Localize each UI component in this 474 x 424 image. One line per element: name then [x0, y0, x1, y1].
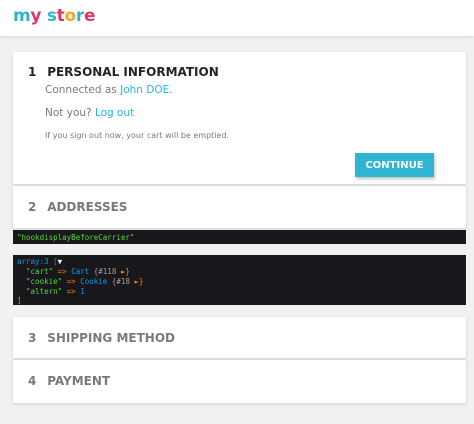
step-shipping-method: 3 SHIPPING METHOD — [13, 317, 466, 358]
array-header: array:3 [▼ — [17, 257, 62, 266]
row-arrow: => — [62, 287, 81, 296]
hook-name: "hookdisplayBeforeCarrier" — [17, 233, 135, 242]
step-payment: 4 PAYMENT — [13, 360, 466, 403]
step-addresses-title[interactable]: 2 ADDRESSES — [28, 200, 127, 214]
customer-name-link[interactable]: John DOE — [120, 84, 169, 96]
row-key: "cookie" — [26, 277, 63, 286]
row-close: } — [138, 277, 144, 286]
step-payment-title[interactable]: 4 PAYMENT — [28, 374, 110, 388]
row-type: Cart — [71, 267, 90, 276]
row-close: } — [125, 267, 130, 276]
step-label: PERSONAL INFORMATION — [47, 65, 219, 79]
logo-letter: r — [75, 6, 84, 26]
connected-suffix: . — [169, 84, 173, 96]
row-arrow: => — [53, 267, 72, 276]
array-row-cookie: "cookie" => Cookie {#18 ►} — [17, 277, 143, 286]
logo-letter: e — [83, 6, 96, 26]
step-addresses: 2 ADDRESSES — [13, 186, 466, 228]
site-header: my store — [0, 0, 474, 36]
step-number: 1 — [28, 65, 37, 79]
row-ref: {#18 — [107, 277, 135, 286]
continue-button[interactable]: CONTINUE — [355, 153, 434, 177]
step-number: 3 — [28, 331, 37, 345]
debug-array-dump: array:3 [▼ "cart" => Cart {#118 ►} "cook… — [13, 255, 466, 305]
not-you-label: Not you? — [45, 107, 92, 119]
step-number: 4 — [28, 374, 37, 388]
array-toggle[interactable]: ▼ — [58, 257, 63, 266]
row-value: 1 — [80, 287, 85, 296]
connected-as-text: Connected as John DOE. — [45, 84, 173, 96]
array-close: ] — [17, 296, 22, 305]
step-personal-information: 1 PERSONAL INFORMATION Connected as John… — [13, 52, 466, 184]
logo-letter: s — [46, 6, 57, 26]
logo-letter: y — [30, 6, 42, 26]
step-label: ADDRESSES — [47, 200, 128, 214]
row-ref: {#118 — [89, 267, 121, 276]
array-label: array:3 [ — [17, 257, 58, 266]
step-personal-title[interactable]: 1 PERSONAL INFORMATION — [28, 65, 219, 79]
row-arrow: => — [62, 277, 81, 286]
row-key: "cart" — [26, 267, 54, 276]
debug-hook-dump: "hookdisplayBeforeCarrier" — [13, 230, 466, 244]
not-you-text: Not you? Log out — [45, 107, 134, 119]
row-type: Cookie — [80, 277, 108, 286]
row-key: "altern" — [26, 287, 63, 296]
connected-prefix: Connected as — [45, 84, 121, 96]
array-row-altern: "altern" => 1 — [17, 287, 85, 296]
step-number: 2 — [28, 200, 37, 214]
logo-letter: t — [56, 6, 65, 26]
signout-warning: If you sign out now, your cart will be e… — [45, 131, 230, 140]
array-row-cart: "cart" => Cart {#118 ►} — [17, 267, 130, 276]
step-label: SHIPPING METHOD — [47, 331, 175, 345]
store-logo[interactable]: my store — [13, 6, 96, 26]
logout-link[interactable]: Log out — [95, 107, 134, 119]
step-shipping-title[interactable]: 3 SHIPPING METHOD — [28, 331, 175, 345]
step-label: PAYMENT — [47, 374, 111, 388]
logo-letter: m — [13, 6, 31, 26]
logo-letter: o — [64, 6, 77, 26]
